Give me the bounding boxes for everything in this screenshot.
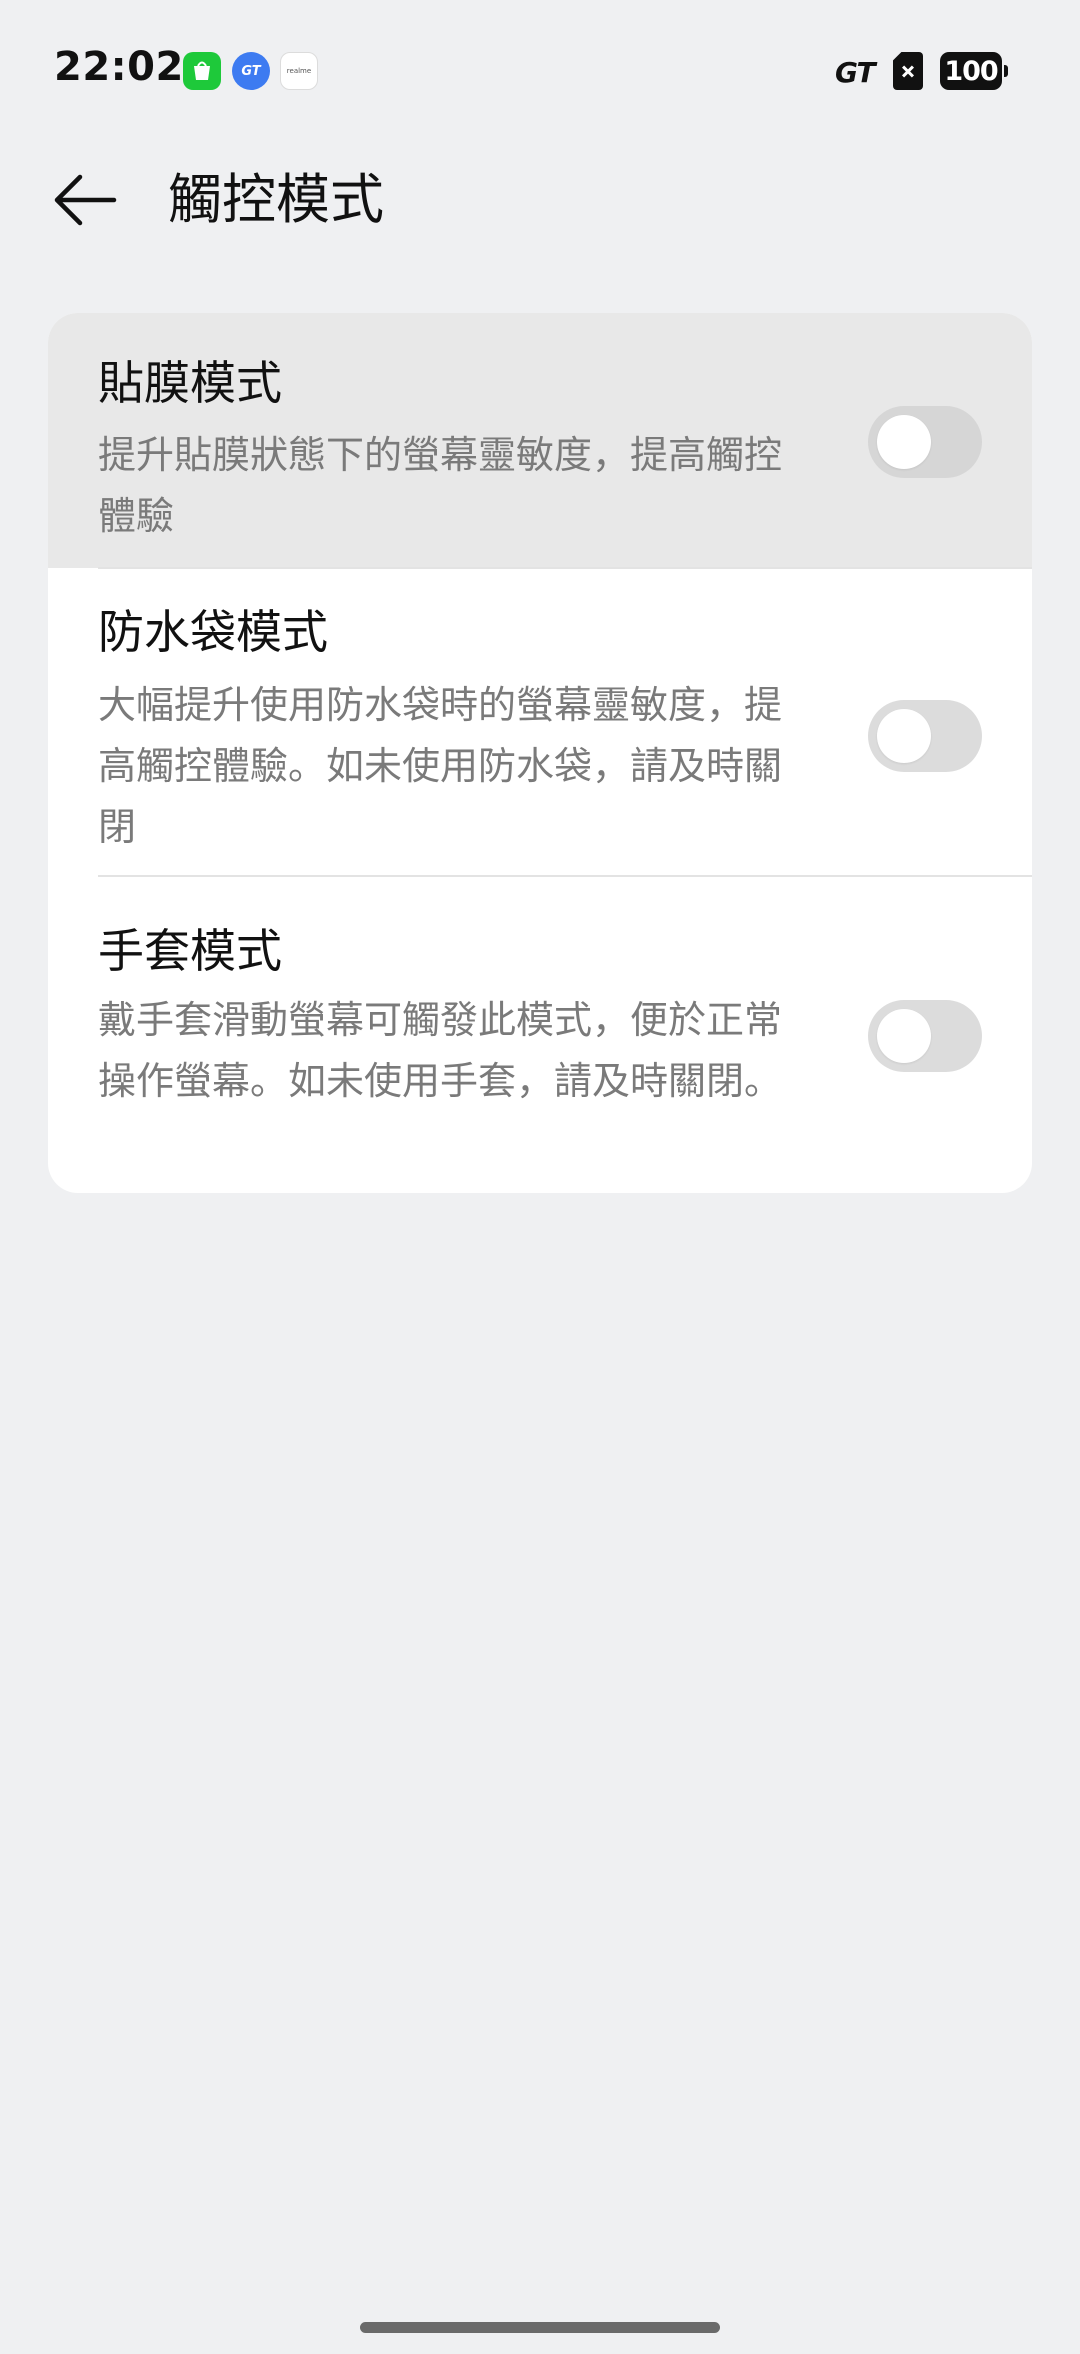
setting-description: 大幅提升使用防水袋時的螢幕靈敏度，提高觸控體驗。如未使用防水袋，請及時關閉 bbox=[98, 683, 783, 849]
status-time: 22:02 bbox=[54, 44, 184, 90]
settings-card: 貼膜模式 提升貼膜狀態下的螢幕靈敏度，提高觸控體驗 防水袋模式 大幅提升使用防水… bbox=[48, 313, 1032, 1193]
setting-title: 貼膜模式 bbox=[98, 356, 282, 410]
setting-row-glove[interactable]: 手套模式 戴手套滑動螢幕可觸發此模式，便於正常操作螢幕。如未使用手套，請及時關閉… bbox=[48, 876, 1032, 1193]
toggle-knob bbox=[877, 709, 931, 763]
setting-title: 防水袋模式 bbox=[98, 605, 328, 659]
toggle-knob bbox=[877, 415, 931, 469]
battery-level: 100 bbox=[944, 55, 998, 87]
battery-icon: 100 bbox=[940, 52, 1008, 90]
setting-title: 手套模式 bbox=[98, 924, 282, 978]
setting-row-waterproof-bag[interactable]: 防水袋模式 大幅提升使用防水袋時的螢幕靈敏度，提高觸控體驗。如未使用防水袋，請及… bbox=[48, 568, 1032, 876]
arrow-left-icon bbox=[54, 174, 117, 226]
setting-description: 提升貼膜狀態下的螢幕靈敏度，提高觸控體驗 bbox=[98, 433, 783, 538]
sim-card-icon bbox=[893, 52, 923, 90]
screen-protector-toggle[interactable] bbox=[868, 406, 982, 478]
realme-app-icon: realme bbox=[280, 52, 318, 90]
setting-row-screen-protector[interactable]: 貼膜模式 提升貼膜狀態下的螢幕靈敏度，提高觸控體驗 bbox=[48, 313, 1032, 568]
back-button[interactable] bbox=[40, 160, 130, 240]
status-bar: 22:02 GT realme GT 100 bbox=[0, 0, 1080, 140]
toggle-knob bbox=[877, 1009, 931, 1063]
gt-mode-icon: GT bbox=[835, 56, 876, 89]
gt-app-icon: GT bbox=[232, 52, 270, 90]
home-indicator[interactable] bbox=[360, 2322, 720, 2333]
waterproof-bag-toggle[interactable] bbox=[868, 700, 982, 772]
glove-toggle[interactable] bbox=[868, 1000, 982, 1072]
page-title: 觸控模式 bbox=[168, 168, 384, 231]
shop-app-icon bbox=[183, 52, 221, 90]
setting-description: 戴手套滑動螢幕可觸發此模式，便於正常操作螢幕。如未使用手套，請及時關閉。 bbox=[98, 998, 783, 1103]
